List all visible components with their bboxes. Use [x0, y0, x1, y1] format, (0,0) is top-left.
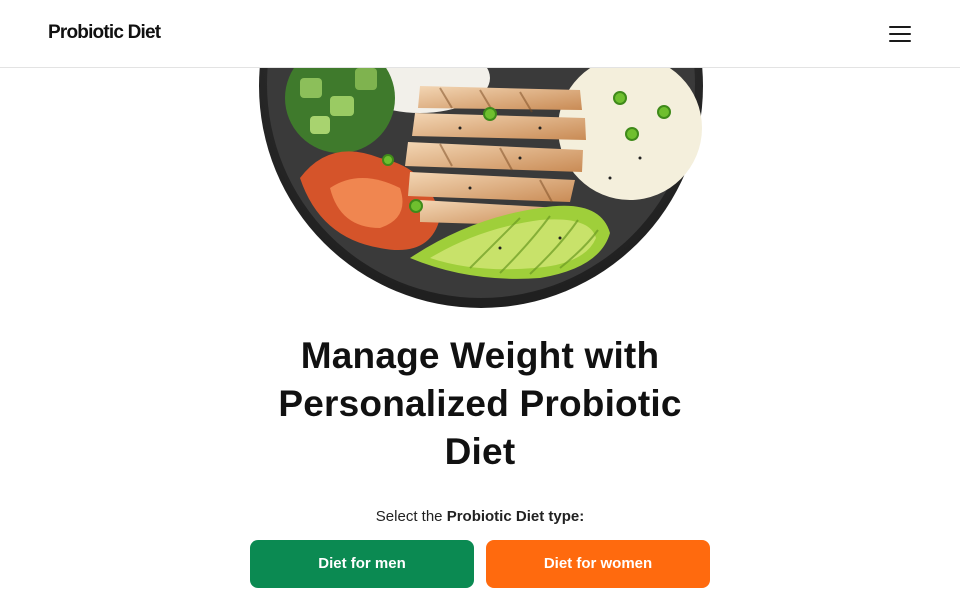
diet-type-prompt: Select the Probiotic Diet type:	[230, 508, 730, 525]
page-title: Manage Weight with Personalized Probioti…	[230, 332, 730, 476]
prompt-prefix: Select the	[375, 508, 447, 525]
title-line-3: Diet	[444, 431, 516, 472]
prompt-bold: Probiotic Diet type:	[446, 508, 585, 525]
title-line-2: Personalized Probiotic	[278, 383, 682, 424]
title-line-1: Manage Weight with	[300, 335, 660, 376]
diet-for-men-button[interactable]: Diet for men	[250, 540, 474, 588]
hero-food-bowl-image	[0, 68, 960, 318]
site-header: Probiotic Diet	[0, 0, 960, 68]
logo[interactable]: Probiotic Diet	[48, 22, 161, 44]
diet-for-women-button[interactable]: Diet for women	[486, 540, 710, 588]
hamburger-menu-icon[interactable]	[884, 20, 916, 48]
